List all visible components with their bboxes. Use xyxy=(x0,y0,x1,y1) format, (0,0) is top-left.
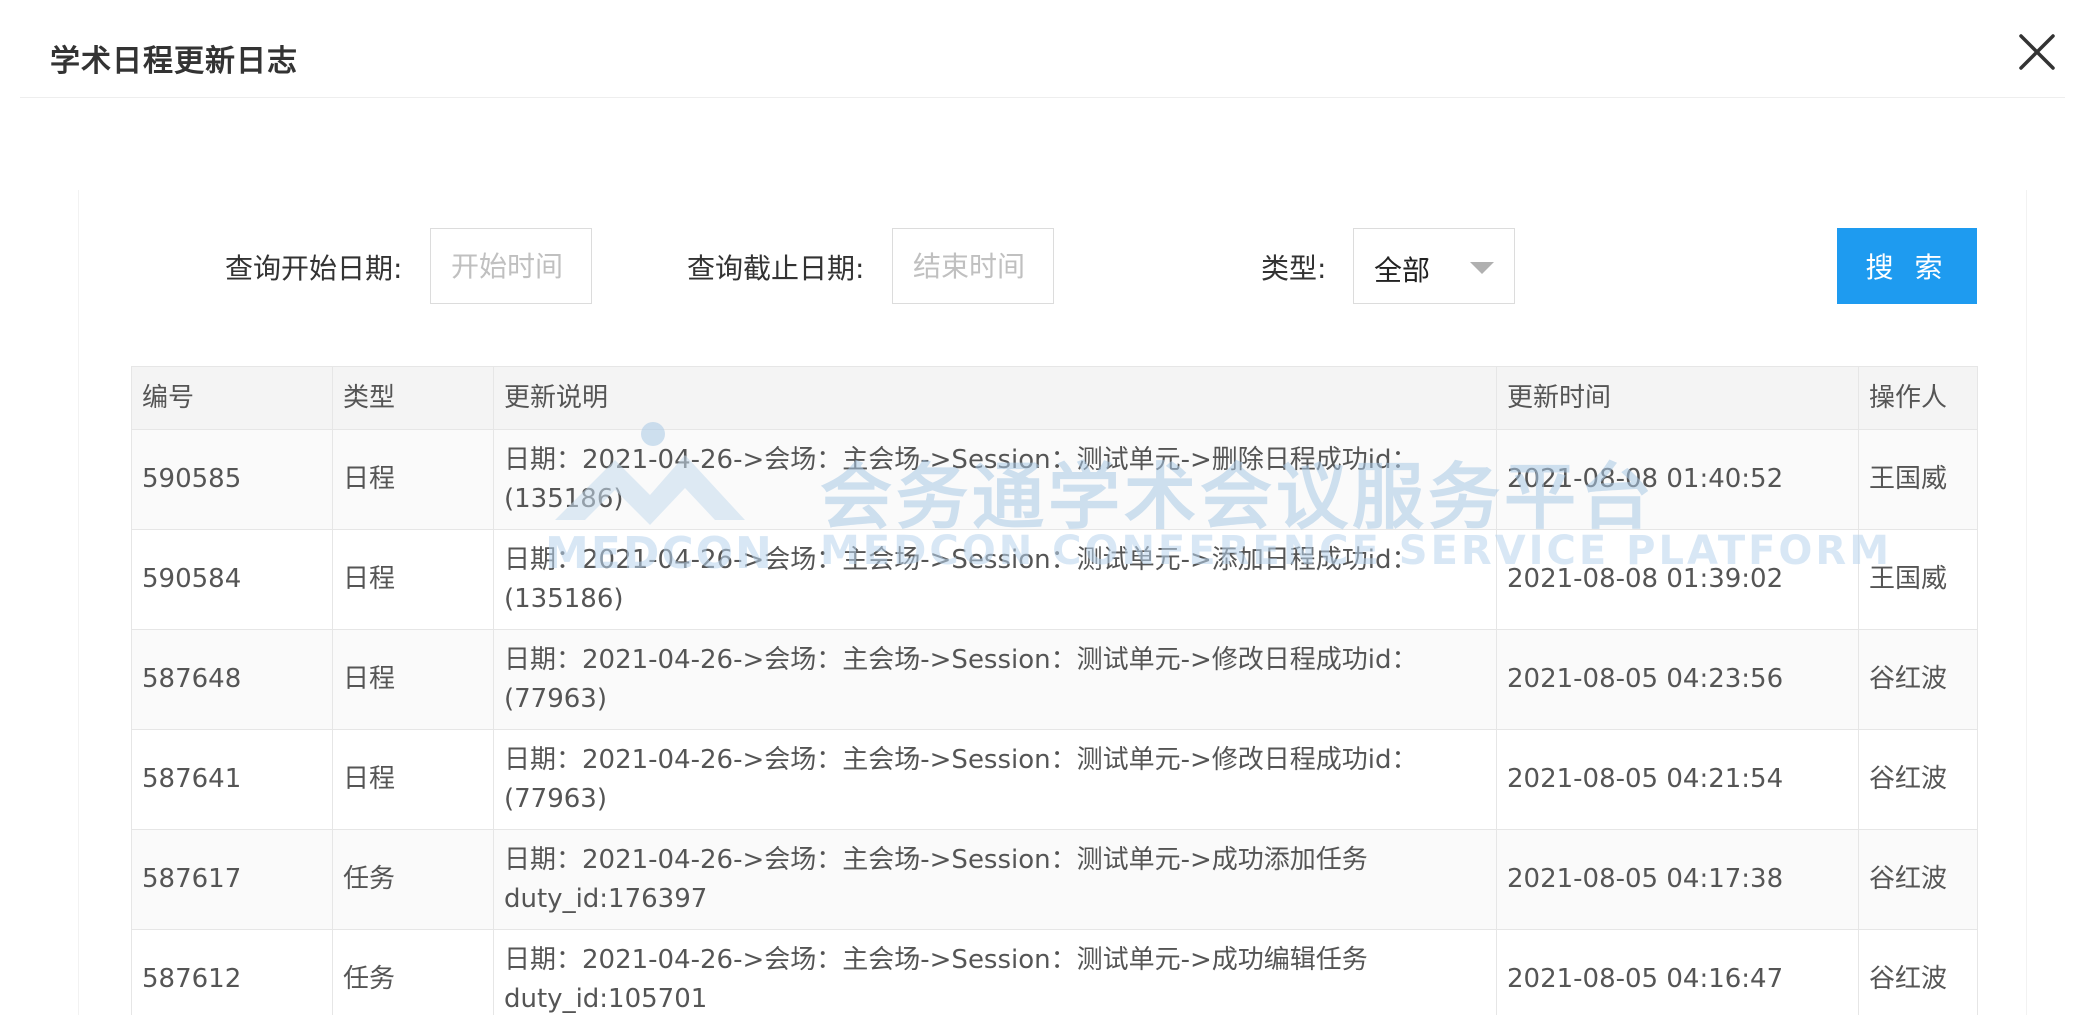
cell-time: 2021-08-08 01:39:02 xyxy=(1496,529,1859,630)
column-header-description: 更新说明 xyxy=(493,366,1497,430)
cell-id: 590585 xyxy=(131,429,333,530)
cell-type: 日程 xyxy=(332,529,494,630)
cell-type: 日程 xyxy=(332,629,494,730)
cell-time: 2021-08-05 04:16:47 xyxy=(1496,929,1859,1015)
cell-id: 587648 xyxy=(131,629,333,730)
cell-type: 日程 xyxy=(332,729,494,830)
type-label: 类型: xyxy=(1261,252,1327,285)
cell-type: 日程 xyxy=(332,429,494,530)
cell-operator: 谷红波 xyxy=(1858,729,1978,830)
cell-operator: 王国威 xyxy=(1858,529,1978,630)
cell-time: 2021-08-05 04:21:54 xyxy=(1496,729,1859,830)
cell-description: 日期：2021-04-26->会场：主会场->Session：测试单元->修改日… xyxy=(493,629,1497,730)
cell-description: 日期：2021-04-26->会场：主会场->Session：测试单元->成功添… xyxy=(493,829,1497,930)
type-select[interactable]: 全部 xyxy=(1353,228,1515,304)
column-header-id: 编号 xyxy=(131,366,333,430)
cell-operator: 谷红波 xyxy=(1858,829,1978,930)
search-button[interactable]: 搜 索 xyxy=(1837,228,1977,304)
cell-id: 590584 xyxy=(131,529,333,630)
update-log-dialog: 学术日程更新日志 查询开始日期: 查询截止日期: 类型: 全部 搜 索 xyxy=(0,0,2085,1015)
cell-time: 2021-08-05 04:23:56 xyxy=(1496,629,1859,730)
table-row: 587648 日程 日期：2021-04-26->会场：主会场->Session… xyxy=(131,629,1978,730)
cell-id: 587641 xyxy=(131,729,333,830)
cell-description: 日期：2021-04-26->会场：主会场->Session：测试单元->删除日… xyxy=(493,429,1497,530)
cell-type: 任务 xyxy=(332,829,494,930)
cell-description: 日期：2021-04-26->会场：主会场->Session：测试单元->成功编… xyxy=(493,929,1497,1015)
cell-id: 587612 xyxy=(131,929,333,1015)
cell-description: 日期：2021-04-26->会场：主会场->Session：测试单元->添加日… xyxy=(493,529,1497,630)
column-header-operator: 操作人 xyxy=(1858,366,1978,430)
cell-type: 任务 xyxy=(332,929,494,1015)
content-panel: 查询开始日期: 查询截止日期: 类型: 全部 搜 索 编号 xyxy=(78,190,2027,1015)
table-row: 590585 日程 日期：2021-04-26->会场：主会场->Session… xyxy=(131,429,1978,530)
start-date-input[interactable] xyxy=(430,228,592,304)
table-row: 587641 日程 日期：2021-04-26->会场：主会场->Session… xyxy=(131,729,1978,830)
end-date-input[interactable] xyxy=(892,228,1054,304)
table-row: 587617 任务 日期：2021-04-26->会场：主会场->Session… xyxy=(131,829,1978,930)
cell-operator: 王国威 xyxy=(1858,429,1978,530)
cell-description: 日期：2021-04-26->会场：主会场->Session：测试单元->修改日… xyxy=(493,729,1497,830)
cell-operator: 谷红波 xyxy=(1858,929,1978,1015)
close-button[interactable] xyxy=(2015,30,2059,74)
column-header-time: 更新时间 xyxy=(1496,366,1859,430)
cell-operator: 谷红波 xyxy=(1858,629,1978,730)
cell-time: 2021-08-08 01:40:52 xyxy=(1496,429,1859,530)
type-select-value: 全部 xyxy=(1374,254,1431,287)
end-date-label: 查询截止日期: xyxy=(687,252,865,285)
log-table-wrap: 编号 类型 更新说明 更新时间 操作人 590585 日程 日期：2021-04… xyxy=(131,366,1978,1015)
log-table: 编号 类型 更新说明 更新时间 操作人 590585 日程 日期：2021-04… xyxy=(131,366,1978,1015)
dialog-header: 学术日程更新日志 xyxy=(20,0,2065,98)
table-row: 590584 日程 日期：2021-04-26->会场：主会场->Session… xyxy=(131,529,1978,630)
cell-id: 587617 xyxy=(131,829,333,930)
table-row: 587612 任务 日期：2021-04-26->会场：主会场->Session… xyxy=(131,929,1978,1015)
table-header-row: 编号 类型 更新说明 更新时间 操作人 xyxy=(131,366,1978,430)
close-icon xyxy=(2019,34,2055,70)
chevron-down-icon xyxy=(1470,262,1494,274)
dialog-title: 学术日程更新日志 xyxy=(50,44,298,79)
start-date-label: 查询开始日期: xyxy=(225,252,403,285)
cell-time: 2021-08-05 04:17:38 xyxy=(1496,829,1859,930)
column-header-type: 类型 xyxy=(332,366,494,430)
